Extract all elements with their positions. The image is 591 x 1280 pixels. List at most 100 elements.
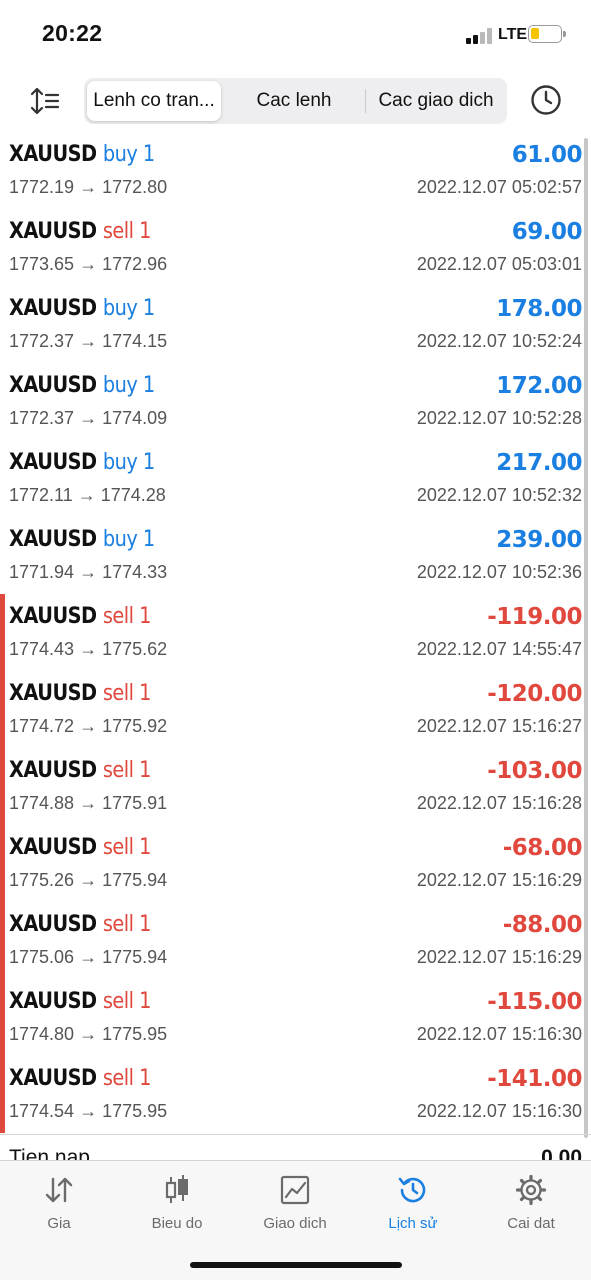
trade-profit: 61.00 [511, 142, 583, 168]
sort-icon[interactable] [28, 86, 62, 116]
trade-profit: -119.00 [487, 604, 582, 630]
trade-row[interactable]: XAUUSD buy 1 1772.37 → 1774.09 172.00 2022.… [0, 363, 591, 440]
trade-profit: -141.00 [487, 1066, 582, 1092]
symbol-name: XAUUSD [9, 373, 97, 398]
trade-prices: 1773.65 → 1772.96 [9, 254, 168, 274]
trade-row[interactable]: XAUUSD buy 1 1772.37 → 1774.15 178.00 2022.… [0, 286, 591, 363]
trade-time: 2022.12.07 14:55:47 [416, 639, 582, 659]
loss-indicator [0, 902, 5, 979]
trade-row[interactable]: XAUUSD sell 1 1774.43 → 1775.62 -119.00 202… [0, 594, 591, 671]
loss-indicator [0, 671, 5, 748]
trade-prices: 1771.94 → 1774.33 [9, 562, 168, 582]
trade-row[interactable]: XAUUSD sell 1 1775.06 → 1775.94 -88.00 2022… [0, 902, 591, 979]
battery-icon [528, 25, 566, 43]
loss-indicator [0, 979, 5, 1056]
tab-label: Cai dat [507, 1215, 555, 1232]
trade-profit: 69.00 [511, 219, 583, 245]
trade-side: buy 1 [102, 450, 155, 475]
tab-orders[interactable]: Cac lenh [224, 81, 364, 121]
tab-deals[interactable]: Cac giao dich [367, 81, 505, 121]
symbol-name: XAUUSD [9, 912, 97, 937]
history-icon [398, 1177, 426, 1203]
loss-indicator [0, 748, 5, 825]
trade-row[interactable]: XAUUSD sell 1 1775.26 → 1775.94 -68.00 2022… [0, 825, 591, 902]
gear-icon [515, 1174, 547, 1206]
chart-line-icon [280, 1175, 310, 1205]
trade-symbol: XAUUSD sell 1 [9, 219, 151, 244]
trade-symbol: XAUUSD sell 1 [9, 758, 151, 783]
loss-indicator [0, 594, 5, 671]
symbol-name: XAUUSD [9, 835, 97, 860]
home-indicator[interactable] [190, 1262, 402, 1268]
symbol-name: XAUUSD [9, 989, 97, 1014]
candlestick-icon [165, 1175, 188, 1203]
trade-time: 2022.12.07 10:52:32 [416, 485, 582, 505]
tab-history[interactable]: Lịch sử [354, 1173, 472, 1237]
trade-symbol: XAUUSD buy 1 [9, 142, 155, 167]
trade-time: 2022.12.07 15:16:28 [416, 793, 582, 813]
tab-positions[interactable]: Lenh co tran... [87, 81, 221, 121]
trade-symbol: XAUUSD sell 1 [9, 604, 151, 629]
trade-row[interactable]: XAUUSD sell 1 1773.65 → 1772.96 69.00 2022.… [0, 209, 591, 286]
trade-prices: 1774.43 → 1775.62 [9, 639, 168, 659]
trade-time: 2022.12.07 10:52:24 [416, 331, 582, 351]
trade-row[interactable]: XAUUSD buy 1 1772.19 → 1772.80 61.00 2022.1… [0, 132, 591, 209]
trade-time: 2022.12.07 15:16:29 [416, 947, 582, 967]
tab-quotes[interactable]: Gia [0, 1173, 118, 1237]
tab-label: Bieu do [151, 1215, 203, 1232]
toolbar: Lenh co tran... Cac lenh Cac giao dich [0, 76, 591, 126]
trade-side: sell 1 [102, 219, 152, 244]
segment-divider [365, 89, 366, 113]
signal-icon [466, 28, 496, 44]
symbol-name: XAUUSD [9, 604, 97, 629]
trade-symbol: XAUUSD sell 1 [9, 835, 151, 860]
status-bar: 20:22 LTE [0, 0, 591, 70]
trade-side: sell 1 [102, 758, 152, 783]
tab-label: Gia [47, 1215, 71, 1232]
status-time: 20:22 [42, 20, 103, 46]
trade-side: buy 1 [102, 142, 155, 167]
tab-settings[interactable]: Cai dat [472, 1173, 590, 1237]
clock-icon[interactable] [528, 82, 564, 118]
symbol-name: XAUUSD [9, 219, 97, 244]
trade-prices: 1774.80 → 1775.95 [9, 1024, 168, 1044]
trade-profit: 178.00 [496, 296, 582, 322]
trade-row[interactable]: XAUUSD buy 1 1771.94 → 1774.33 239.00 2022.… [0, 517, 591, 594]
segmented-control: Lenh co tran... Cac lenh Cac giao dich [84, 78, 507, 124]
trade-time: 2022.12.07 05:02:57 [416, 177, 582, 197]
trade-symbol: XAUUSD sell 1 [9, 1066, 151, 1091]
trade-side: sell 1 [102, 604, 152, 629]
trade-profit: 239.00 [496, 527, 582, 553]
scrollbar[interactable] [584, 138, 588, 1138]
trade-side: buy 1 [102, 527, 155, 552]
trade-prices: 1772.19 → 1772.80 [9, 177, 168, 197]
trade-row[interactable]: XAUUSD sell 1 1774.54 → 1775.95 -141.00 202… [0, 1056, 591, 1133]
trade-profit: 172.00 [496, 373, 582, 399]
trade-time: 2022.12.07 15:16:30 [416, 1101, 582, 1121]
trade-profit: -68.00 [502, 835, 583, 861]
trade-side: sell 1 [102, 835, 152, 860]
tab-charts[interactable]: Bieu do [118, 1173, 236, 1237]
symbol-name: XAUUSD [9, 1066, 97, 1091]
trade-prices: 1775.06 → 1775.94 [9, 947, 168, 967]
trade-row[interactable]: XAUUSD sell 1 1774.80 → 1775.95 -115.00 202… [0, 979, 591, 1056]
symbol-name: XAUUSD [9, 758, 97, 783]
trade-time: 2022.12.07 10:52:28 [416, 408, 582, 428]
trade-row[interactable]: XAUUSD sell 1 1774.88 → 1775.91 -103.00 202… [0, 748, 591, 825]
trade-symbol: XAUUSD buy 1 [9, 527, 155, 552]
trade-time: 2022.12.07 15:16:29 [416, 870, 582, 890]
trade-side: sell 1 [102, 1066, 152, 1091]
symbol-name: XAUUSD [9, 296, 97, 321]
trade-prices: 1775.26 → 1775.94 [9, 870, 168, 890]
trade-profit: -120.00 [487, 681, 582, 707]
trade-symbol: XAUUSD sell 1 [9, 989, 151, 1014]
tab-trade[interactable]: Giao dich [236, 1173, 354, 1237]
trade-row[interactable]: XAUUSD buy 1 1772.11 → 1774.28 217.00 2022.… [0, 440, 591, 517]
symbol-name: XAUUSD [9, 527, 97, 552]
trade-prices: 1774.88 → 1775.91 [9, 793, 168, 813]
trade-side: buy 1 [102, 296, 155, 321]
symbol-name: XAUUSD [9, 681, 97, 706]
trade-prices: 1772.37 → 1774.15 [9, 331, 168, 351]
trade-symbol: XAUUSD buy 1 [9, 373, 155, 398]
trade-row[interactable]: XAUUSD sell 1 1774.72 → 1775.92 -120.00 202… [0, 671, 591, 748]
